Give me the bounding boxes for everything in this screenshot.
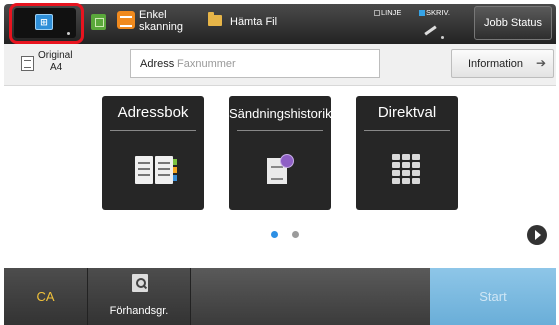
keypad-icon [392,154,422,186]
status-line-label: LINJE [381,8,402,17]
address-field[interactable]: Adress [130,49,380,78]
print-status-indicator [419,10,425,17]
tile-send-history[interactable]: Sändningshistorik [229,96,332,210]
preview-button[interactable]: Förhandsgr. [88,268,191,325]
information-label: Information [468,58,524,70]
easy-scan-label[interactable]: Enkel skanning [139,9,199,33]
tile-direct-dial[interactable]: Direktval [356,96,458,210]
original-label[interactable]: Original [38,50,72,62]
status-print-label: SKRIV. [426,8,450,17]
line-status-indicator [374,10,380,17]
tile-title: Sändningshistorik [229,106,332,121]
page-indicator-active[interactable] [271,231,278,238]
information-button[interactable]: Information ➔ [451,49,554,78]
tile-divider [110,130,196,131]
original-document-icon[interactable] [21,56,34,71]
tile-divider [237,130,323,131]
job-status-button[interactable]: Jobb Status [474,6,552,40]
status-print: SKRIV. [419,8,450,17]
status-line: LINJE [374,8,401,17]
wand-icon[interactable] [420,21,444,39]
ca-button[interactable]: CA [4,268,88,325]
arrow-right-icon: ➔ [536,56,547,70]
fetch-file-label[interactable]: Hämta Fil [230,16,277,28]
preview-icon [132,274,148,292]
page-indicator[interactable] [292,231,299,238]
address-label: Adress [140,58,175,70]
original-size[interactable]: A4 [50,62,62,73]
address-book-icon [135,156,177,184]
tile-divider [364,130,450,131]
send-history-icon [267,154,294,186]
home-button-highlight [9,3,84,44]
start-button[interactable]: Start [430,268,556,325]
tile-address-book[interactable]: Adressbok [102,96,204,210]
shortcut-icon[interactable] [91,14,106,30]
next-page-button[interactable] [527,225,547,245]
fax-number-input[interactable] [177,51,377,76]
folder-icon[interactable] [208,12,222,26]
tile-title: Adressbok [117,104,189,121]
preview-label: Förhandsgr. [109,305,169,317]
tile-title: Direktval [377,104,437,121]
easy-scan-icon[interactable] [117,11,135,29]
